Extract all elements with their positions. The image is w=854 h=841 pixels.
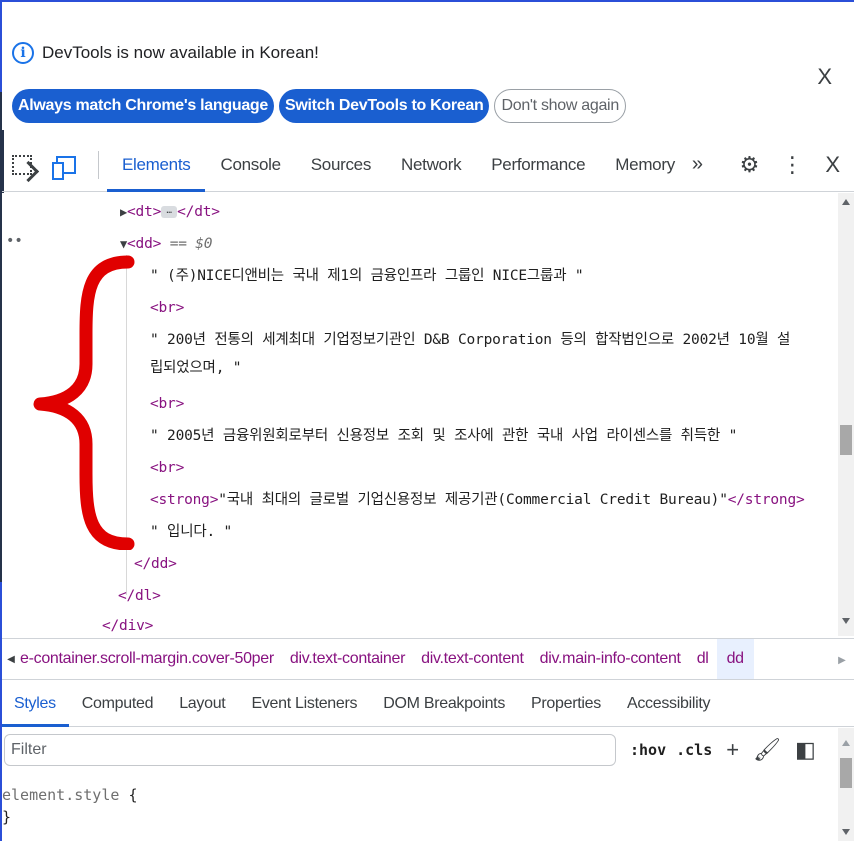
element-style-rule[interactable]: element.style { }	[2, 784, 137, 828]
hov-toggle[interactable]: :hov	[630, 741, 666, 759]
breadcrumb-left-icon[interactable]: ◀	[2, 654, 20, 665]
toggle-sidebar-icon[interactable]: ◧	[795, 737, 816, 763]
element-state-icon[interactable]: 🖌	[753, 737, 781, 763]
tree-node-dt[interactable]: ▶<dt>… </dt>	[120, 201, 220, 223]
breadcrumb-item[interactable]: div.main-info-content	[532, 650, 689, 668]
device-toolbar-icon[interactable]	[52, 155, 76, 180]
scroll-up-icon[interactable]	[842, 199, 850, 205]
br-node[interactable]: <br>	[150, 393, 184, 415]
scroll-up-icon[interactable]	[842, 740, 850, 746]
text-node[interactable]: " 200년 전통의 세계최대 기업정보기관인 D&B Corporation …	[150, 329, 790, 351]
tab-elements[interactable]: Elements	[107, 138, 206, 192]
dont-show-again-button[interactable]: Don't show again	[494, 89, 626, 123]
style-close-brace: }	[2, 808, 12, 826]
styles-subtabs: Styles Computed Layout Event Listeners D…	[2, 681, 854, 727]
breadcrumb-item[interactable]: div.text-content	[413, 650, 532, 668]
text-node[interactable]: " (주)NICE디앤비는 국내 제1의 금융인프라 그룹인 NICE그룹과 "	[150, 265, 584, 287]
tab-computed[interactable]: Computed	[69, 681, 166, 727]
breadcrumb-right-icon[interactable]: ▶	[830, 639, 854, 679]
text-node-wrap[interactable]: 립되었으며, "	[150, 357, 241, 379]
text-node[interactable]: " 2005년 금융위원회로부터 신용정보 조회 및 조사에 관한 국내 사업 …	[150, 425, 737, 447]
elements-scrollbar[interactable]	[838, 193, 854, 636]
style-selector: element.style	[2, 786, 120, 804]
infobar-message: DevTools is now available in Korean!	[42, 43, 319, 62]
tree-node-dd[interactable]: ▼<dd> == $0	[120, 233, 213, 255]
tab-accessibility[interactable]: Accessibility	[614, 681, 723, 727]
gear-icon[interactable]: ⚙	[740, 152, 760, 178]
always-match-language-button[interactable]: Always match Chrome's language	[12, 89, 274, 123]
breadcrumb-item-selected[interactable]: dd	[716, 639, 754, 679]
div-close-tag[interactable]: </div>	[102, 615, 153, 636]
info-icon: i	[12, 42, 34, 64]
gutter-dots: ••	[6, 233, 23, 249]
scroll-down-icon[interactable]	[842, 829, 850, 835]
panel-tabs: Elements Console Sources Network Perform…	[107, 138, 690, 192]
scroll-thumb[interactable]	[840, 425, 852, 455]
collapse-triangle-icon[interactable]: ▼	[120, 237, 127, 251]
tab-memory[interactable]: Memory	[600, 138, 690, 192]
styles-scrollbar[interactable]	[838, 728, 854, 841]
ellipsis-icon[interactable]: …	[161, 206, 178, 218]
new-style-rule-icon[interactable]: +	[726, 737, 739, 763]
language-infobar: i DevTools is now available in Korean! X…	[2, 2, 854, 130]
expand-triangle-icon[interactable]: ▶	[120, 205, 127, 219]
tab-properties[interactable]: Properties	[518, 681, 614, 727]
breadcrumb-item[interactable]: e-container.scroll-margin.cover-50per	[20, 650, 282, 668]
breadcrumb-item[interactable]: div.text-container	[282, 650, 413, 668]
tab-network[interactable]: Network	[386, 138, 476, 192]
tab-event-listeners[interactable]: Event Listeners	[238, 681, 370, 727]
scroll-thumb[interactable]	[840, 758, 852, 788]
styles-filter-bar: Filter :hov .cls + 🖌 ◧	[2, 728, 838, 772]
breadcrumb-item[interactable]: dl	[689, 650, 717, 668]
inspect-element-icon[interactable]	[12, 154, 32, 175]
infobar-buttons: Always match Chrome's language Switch De…	[12, 89, 626, 123]
infobar-close-icon[interactable]: X	[817, 64, 832, 90]
dd-close-tag[interactable]: </dd>	[134, 553, 177, 575]
dl-close-tag[interactable]: </dl>	[118, 585, 161, 607]
text-node[interactable]: " 입니다. "	[150, 521, 232, 543]
tab-sources[interactable]: Sources	[296, 138, 386, 192]
toolbar-divider	[98, 150, 99, 179]
elements-tree: •• ▶<dt>… </dt> ▼<dd> == $0 " (주)NICE디앤비는…	[2, 193, 838, 636]
indent-guide	[126, 255, 127, 595]
kebab-icon[interactable]: ⋮	[781, 152, 803, 178]
br-node[interactable]: <br>	[150, 457, 184, 479]
breadcrumb: ◀ e-container.scroll-margin.cover-50per …	[2, 638, 854, 680]
tab-dom-breakpoints[interactable]: DOM Breakpoints	[370, 681, 518, 727]
tab-layout[interactable]: Layout	[166, 681, 238, 727]
switch-to-korean-button[interactable]: Switch DevTools to Korean	[279, 89, 490, 123]
devtools-close-icon[interactable]: X	[825, 152, 840, 178]
tab-styles[interactable]: Styles	[2, 681, 69, 727]
br-node[interactable]: <br>	[150, 297, 184, 319]
strong-node[interactable]: <strong>"국내 최대의 글로벌 기업신용정보 제공기관(Commerci…	[150, 489, 805, 511]
toolbar-actions: ⚙ ⋮ X	[740, 138, 840, 192]
more-tabs-icon[interactable]: »	[692, 153, 703, 176]
cls-toggle[interactable]: .cls	[676, 741, 712, 759]
tab-performance[interactable]: Performance	[476, 138, 600, 192]
scroll-down-icon[interactable]	[842, 618, 850, 624]
devtools-toolbar: Elements Console Sources Network Perform…	[2, 138, 854, 192]
infobar-message-row: i DevTools is now available in Korean!	[12, 42, 319, 64]
tab-console[interactable]: Console	[205, 138, 295, 192]
filter-input[interactable]: Filter	[4, 734, 616, 766]
